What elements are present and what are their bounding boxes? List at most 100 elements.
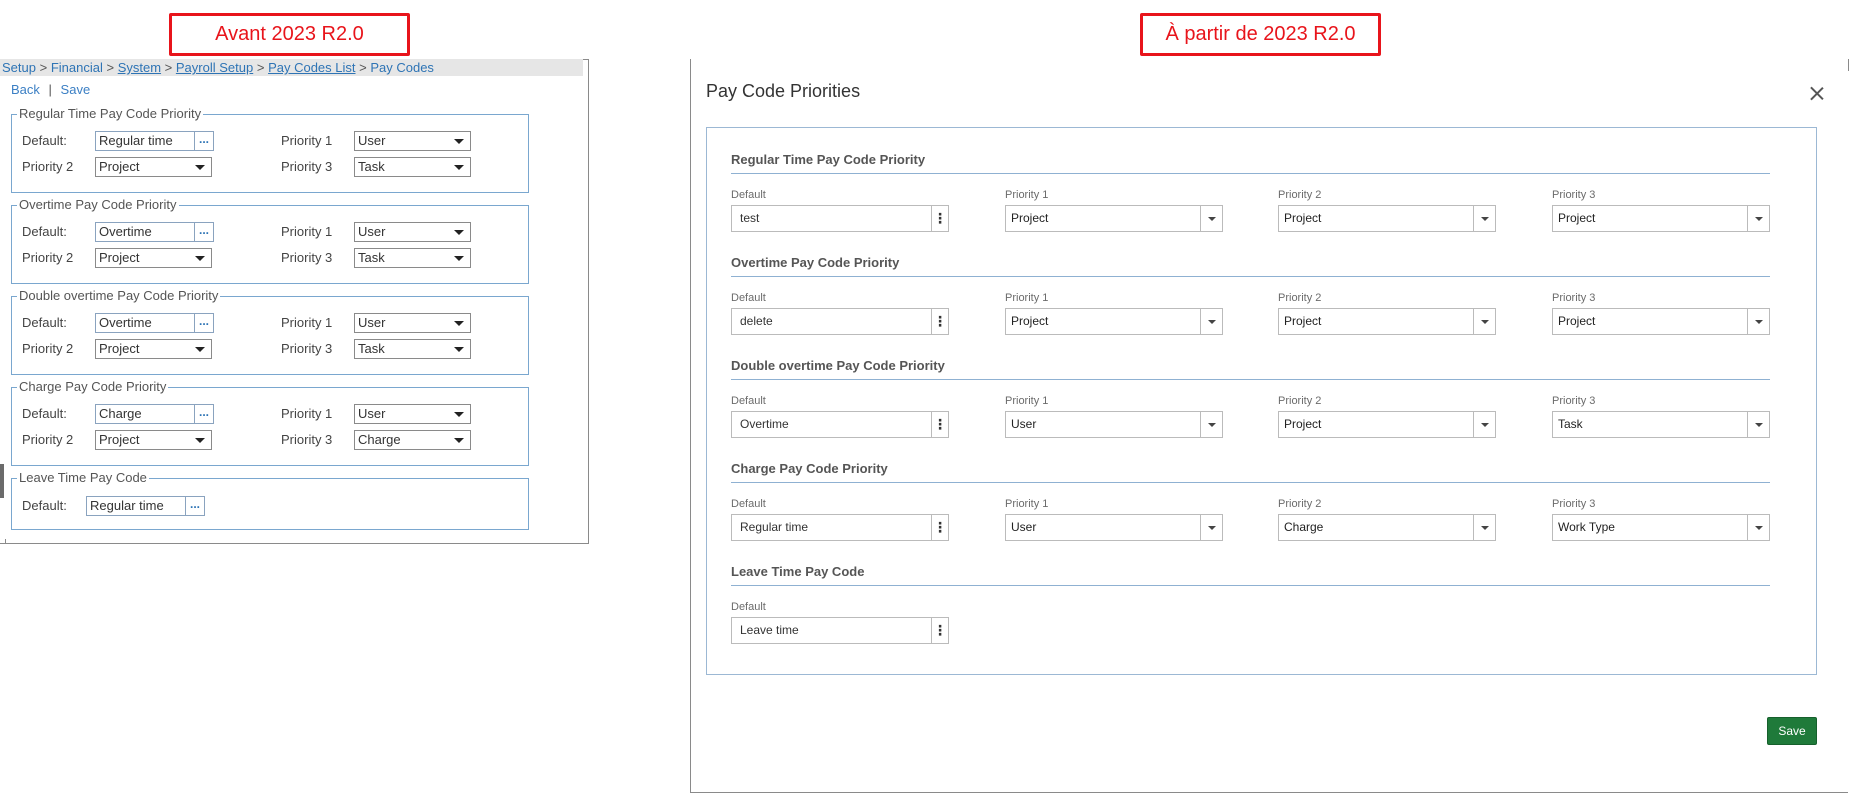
priority-3-select[interactable]: Project bbox=[1552, 308, 1770, 335]
breadcrumb: Setup > Financial > System > Payroll Set… bbox=[0, 59, 583, 76]
default-label: Default bbox=[731, 498, 766, 510]
section-title: Leave Time Pay Code bbox=[731, 564, 865, 579]
priority-2-label: Priority 2 bbox=[22, 432, 74, 447]
default-label: Default bbox=[731, 601, 766, 613]
more-options-icon[interactable]: ⋮ bbox=[931, 515, 948, 540]
dropdown-arrow-icon bbox=[454, 412, 464, 417]
priority-3-select[interactable]: Task bbox=[354, 339, 471, 359]
dropdown-arrow-icon bbox=[1747, 206, 1769, 231]
priority-1-label: Priority 1 bbox=[1005, 395, 1049, 407]
default-pay-code-input[interactable]: Regular time bbox=[86, 496, 186, 516]
breadcrumb-system[interactable]: System bbox=[118, 60, 161, 75]
priority-2-select[interactable]: Project bbox=[95, 430, 212, 450]
default-pay-code-input[interactable]: Overtime bbox=[95, 222, 195, 242]
priority-1-select[interactable]: User bbox=[1005, 411, 1223, 438]
default-pay-code-input[interactable]: Regular time bbox=[95, 131, 195, 151]
browse-button[interactable]: ... bbox=[185, 496, 205, 516]
breadcrumb-pay-codes: Pay Codes bbox=[370, 60, 434, 75]
browse-button[interactable]: ... bbox=[194, 222, 214, 242]
priority-3-label: Priority 3 bbox=[281, 159, 333, 174]
breadcrumb-payroll-setup[interactable]: Payroll Setup bbox=[176, 60, 253, 75]
priority-1-select[interactable]: User bbox=[354, 131, 471, 151]
default-pay-code-input[interactable]: test ⋮ bbox=[731, 205, 949, 232]
dropdown-arrow-icon bbox=[1200, 309, 1222, 334]
priority-2-label: Priority 2 bbox=[1278, 189, 1322, 201]
priority-3-select[interactable]: Task bbox=[354, 248, 471, 268]
old-pay-codes-panel: Setup > Financial > System > Payroll Set… bbox=[0, 59, 589, 544]
priority-3-label: Priority 3 bbox=[1552, 189, 1596, 201]
default-pay-code-input[interactable]: Charge bbox=[95, 404, 195, 424]
default-pay-code-input[interactable]: Overtime ⋮ bbox=[731, 411, 949, 438]
dropdown-arrow-icon bbox=[1473, 206, 1495, 231]
section-title: Leave Time Pay Code bbox=[17, 470, 149, 486]
priority-2-select[interactable]: Project bbox=[95, 248, 212, 268]
more-options-icon[interactable]: ⋮ bbox=[931, 309, 948, 334]
default-label: Default: bbox=[22, 133, 67, 148]
dropdown-arrow-icon bbox=[195, 256, 205, 261]
priority-3-select[interactable]: Task bbox=[354, 157, 471, 177]
default-label: Default: bbox=[22, 224, 67, 239]
default-label: Default: bbox=[22, 315, 67, 330]
priority-3-label: Priority 3 bbox=[281, 250, 333, 265]
default-pay-code-input[interactable]: Regular time ⋮ bbox=[731, 514, 949, 541]
save-link[interactable]: Save bbox=[61, 82, 91, 97]
browse-button[interactable]: ... bbox=[194, 404, 214, 424]
default-pay-code-input[interactable]: delete ⋮ bbox=[731, 308, 949, 335]
breadcrumb-setup[interactable]: Setup bbox=[2, 60, 36, 75]
priority-1-select[interactable]: Project bbox=[1005, 308, 1223, 335]
breadcrumb-financial[interactable]: Financial bbox=[51, 60, 103, 75]
back-link[interactable]: Back bbox=[11, 82, 40, 97]
section-title: Overtime Pay Code Priority bbox=[731, 255, 900, 270]
section-title: Regular Time Pay Code Priority bbox=[17, 106, 204, 122]
priority-2-select[interactable]: Project bbox=[1278, 411, 1496, 438]
save-button[interactable]: Save bbox=[1767, 717, 1817, 745]
more-options-icon[interactable]: ⋮ bbox=[931, 618, 948, 643]
priority-1-select[interactable]: User bbox=[354, 313, 471, 333]
section-title: Charge Pay Code Priority bbox=[731, 461, 888, 476]
priority-3-select[interactable]: Work Type bbox=[1552, 514, 1770, 541]
priority-1-label: Priority 1 bbox=[281, 133, 333, 148]
dropdown-arrow-icon bbox=[454, 321, 464, 326]
priority-2-select[interactable]: Charge bbox=[1278, 514, 1496, 541]
more-options-icon[interactable]: ⋮ bbox=[931, 206, 948, 231]
default-pay-code-input[interactable]: Leave time ⋮ bbox=[731, 617, 949, 644]
priority-2-select[interactable]: Project bbox=[1278, 205, 1496, 232]
side-collapse-tab[interactable] bbox=[0, 464, 4, 498]
priority-1-label: Priority 1 bbox=[281, 224, 333, 239]
priority-2-label: Priority 2 bbox=[1278, 395, 1322, 407]
dropdown-arrow-icon bbox=[454, 165, 464, 170]
priority-3-select[interactable]: Task bbox=[1552, 411, 1770, 438]
priority-1-select[interactable]: User bbox=[354, 404, 471, 424]
browse-button[interactable]: ... bbox=[194, 313, 214, 333]
dropdown-arrow-icon bbox=[1200, 515, 1222, 540]
version-label-after: À partir de 2023 R2.0 bbox=[1140, 13, 1381, 56]
priority-1-select[interactable]: User bbox=[1005, 514, 1223, 541]
priority-3-select[interactable]: Charge bbox=[354, 430, 471, 450]
priority-1-select[interactable]: Project bbox=[1005, 205, 1223, 232]
default-label: Default: bbox=[22, 498, 67, 513]
priority-1-label: Priority 1 bbox=[1005, 189, 1049, 201]
section-title: Charge Pay Code Priority bbox=[17, 379, 169, 395]
close-icon[interactable] bbox=[1807, 84, 1827, 104]
priority-3-select[interactable]: Project bbox=[1552, 205, 1770, 232]
priority-2-select[interactable]: Project bbox=[95, 157, 212, 177]
dropdown-arrow-icon bbox=[454, 139, 464, 144]
default-pay-code-input[interactable]: Overtime bbox=[95, 313, 195, 333]
breadcrumb-pay-codes-list[interactable]: Pay Codes List bbox=[268, 60, 355, 75]
priorities-form: Regular Time Pay Code Priority Default P… bbox=[706, 127, 1817, 675]
priority-3-label: Priority 3 bbox=[1552, 395, 1596, 407]
priority-2-select[interactable]: Project bbox=[95, 339, 212, 359]
priority-2-label: Priority 2 bbox=[22, 159, 74, 174]
dropdown-arrow-icon bbox=[195, 165, 205, 170]
dropdown-arrow-icon bbox=[1473, 309, 1495, 334]
section-title: Double overtime Pay Code Priority bbox=[17, 288, 221, 304]
browse-button[interactable]: ... bbox=[194, 131, 214, 151]
priority-2-select[interactable]: Project bbox=[1278, 308, 1496, 335]
dropdown-arrow-icon bbox=[1747, 515, 1769, 540]
default-label: Default bbox=[731, 395, 766, 407]
more-options-icon[interactable]: ⋮ bbox=[931, 412, 948, 437]
dropdown-arrow-icon bbox=[1747, 412, 1769, 437]
priority-3-label: Priority 3 bbox=[281, 341, 333, 356]
dropdown-arrow-icon bbox=[454, 347, 464, 352]
priority-1-select[interactable]: User bbox=[354, 222, 471, 242]
